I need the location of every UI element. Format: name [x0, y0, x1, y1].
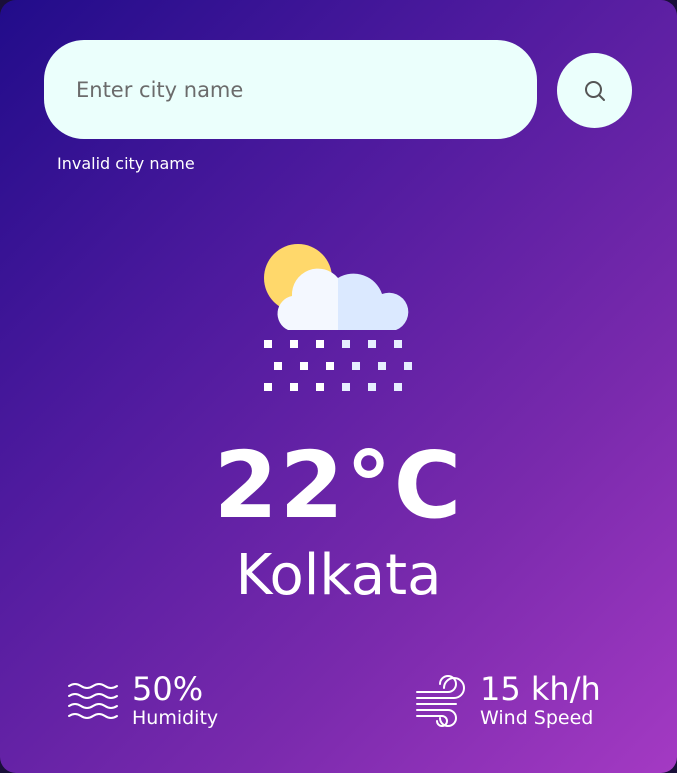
search-button[interactable]	[557, 53, 632, 128]
humidity-label: Humidity	[132, 707, 219, 730]
city-name: Kolkata	[235, 543, 442, 608]
humidity-waves-icon	[68, 682, 118, 719]
weather-card: Invalid city name	[0, 0, 677, 773]
search-icon	[584, 80, 605, 101]
error-message: Invalid city name	[57, 154, 195, 173]
snow-partly-cloudy-icon	[264, 244, 412, 391]
humidity-value: 50%	[132, 670, 204, 708]
wind-icon	[416, 675, 465, 727]
humidity-detail: 50% Humidity	[66, 670, 219, 730]
city-search-input[interactable]	[44, 40, 537, 139]
wind-value: 15 kh/h	[480, 670, 601, 708]
wind-detail: 15 kh/h Wind Speed	[414, 670, 601, 730]
temperature: 22°C	[213, 432, 464, 539]
wind-label: Wind Speed	[480, 707, 594, 730]
